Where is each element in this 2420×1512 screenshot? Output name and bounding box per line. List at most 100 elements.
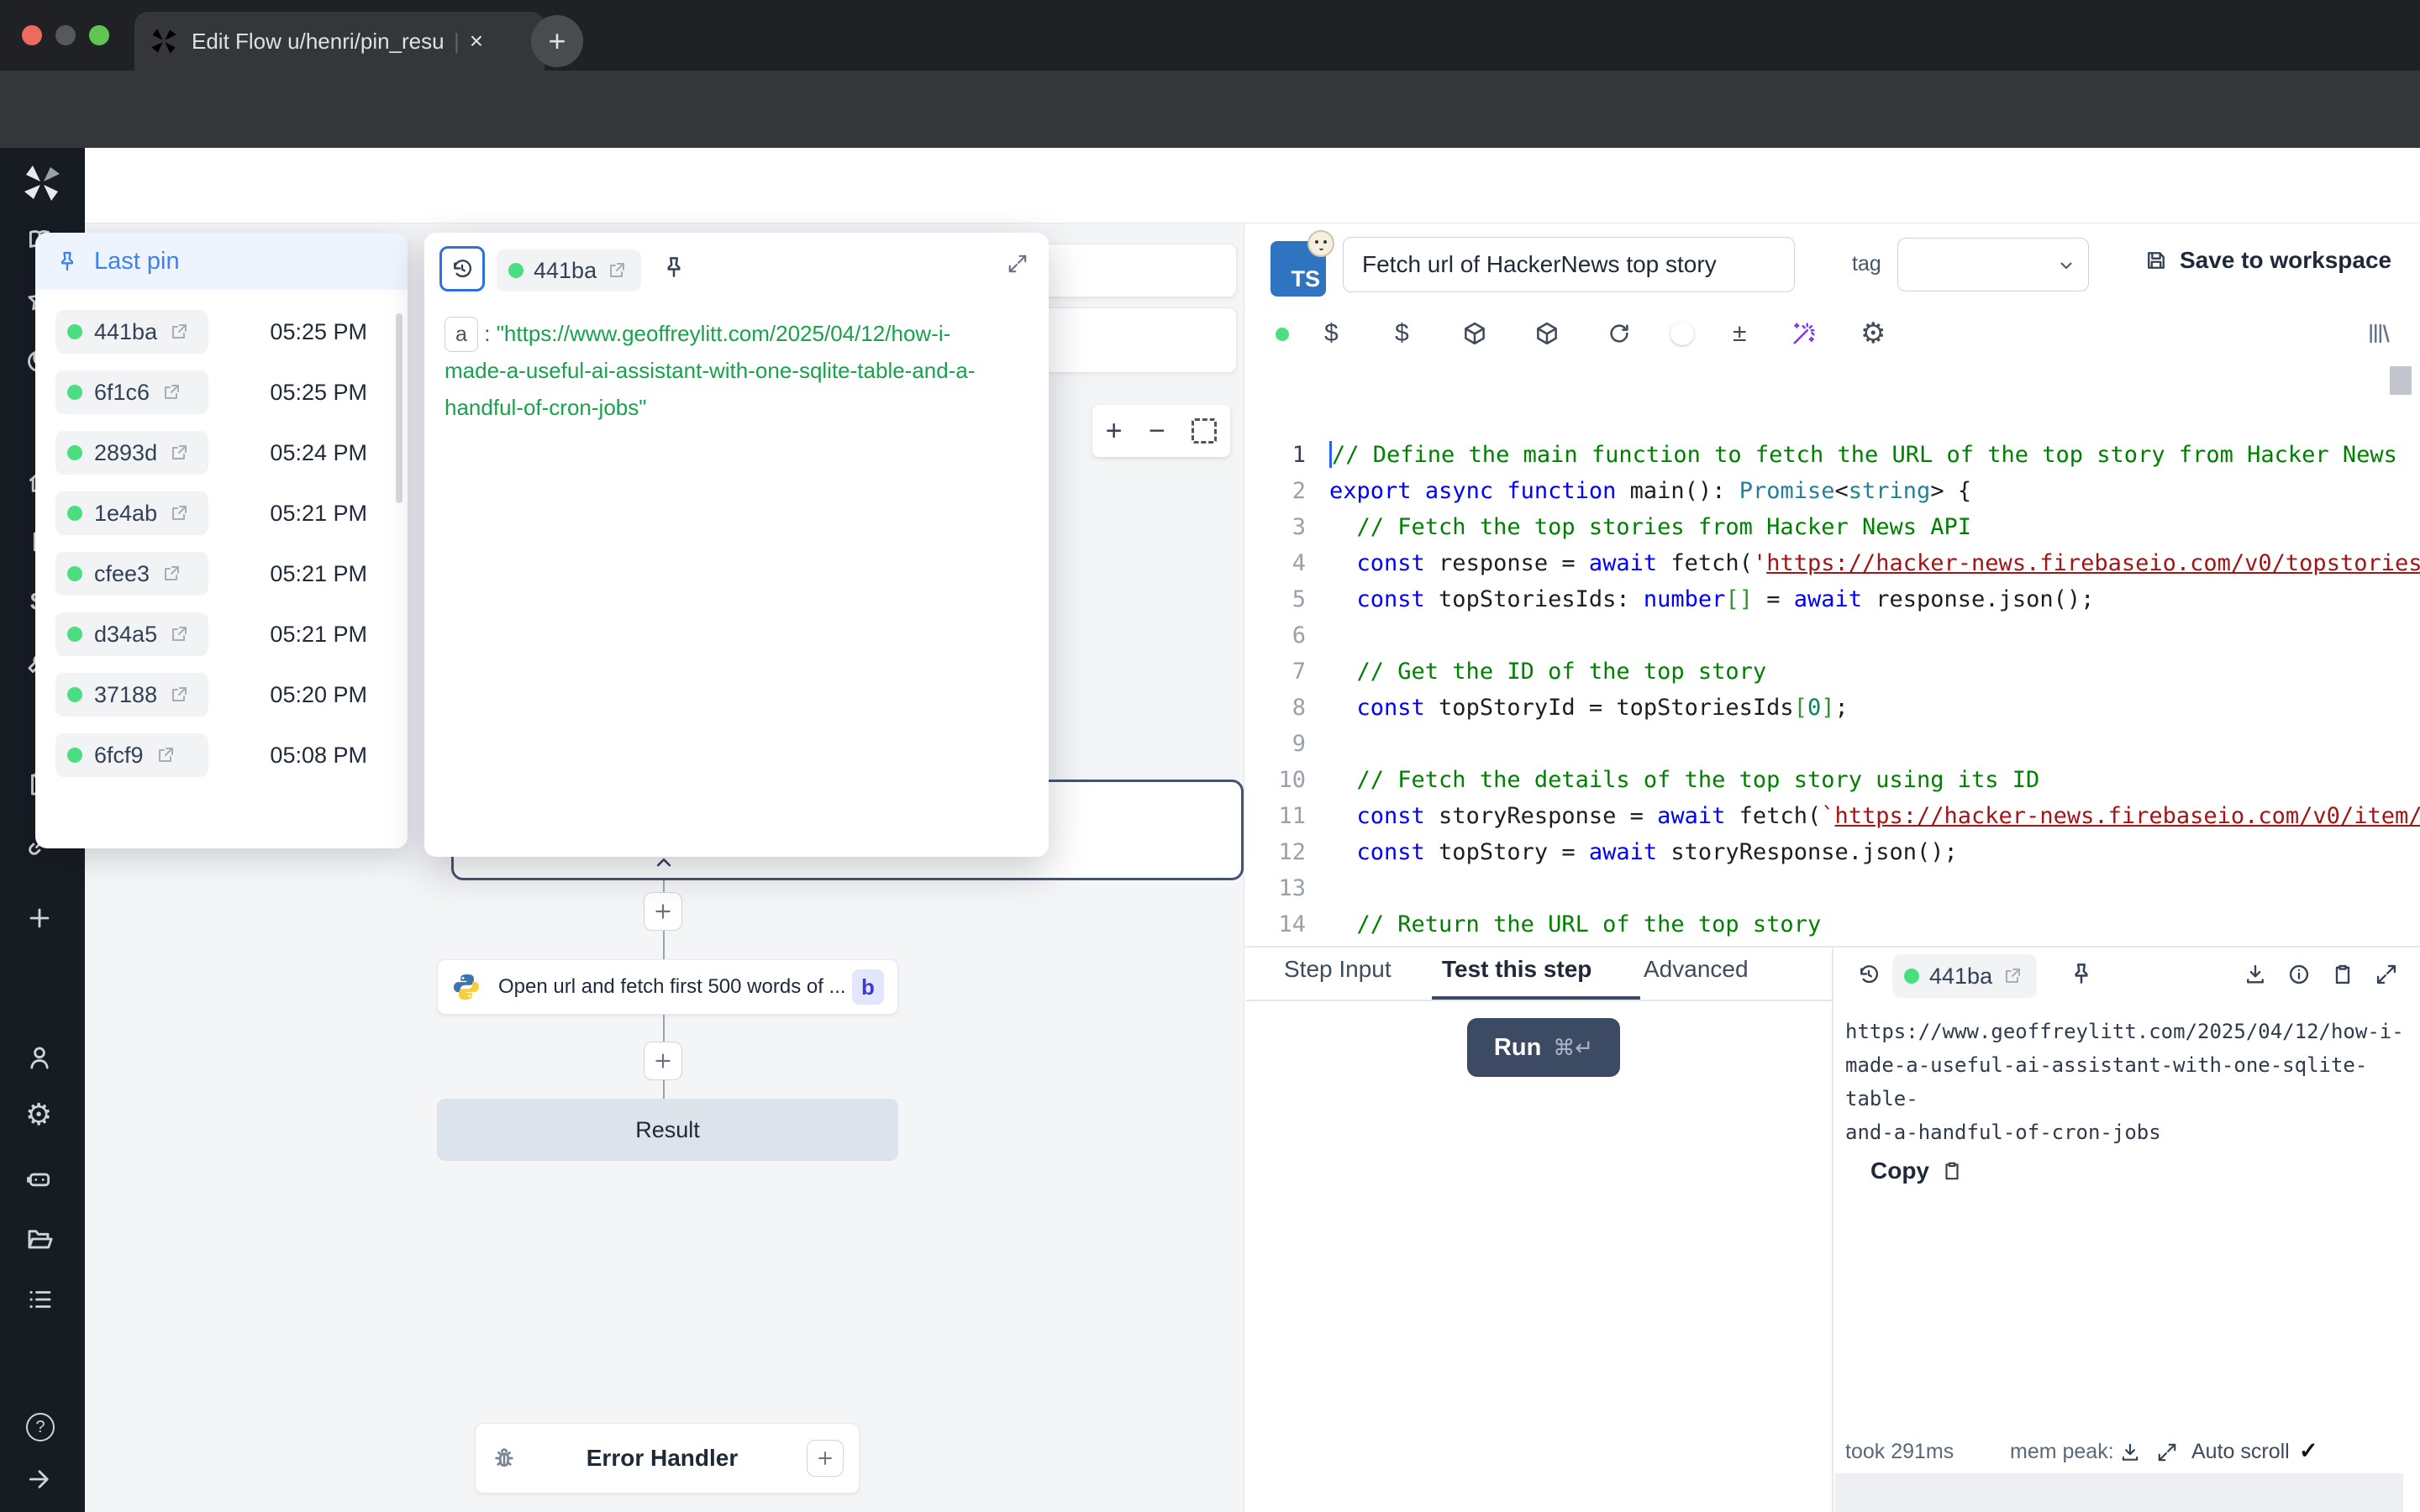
code-line[interactable]: 13 (1245, 870, 2420, 906)
history-icon[interactable] (1857, 963, 1881, 986)
resources-icon[interactable]: $ (1395, 319, 1409, 348)
code-line[interactable]: 6 (1245, 617, 2420, 654)
pin-list-item[interactable]: 2893d 05:24 PM (35, 423, 408, 483)
run-button[interactable]: Run ⌘↵ (1467, 1018, 1620, 1077)
pin-id-pill[interactable]: 37188 (55, 673, 208, 717)
variables-icon[interactable]: $ (1324, 319, 1339, 348)
external-link-icon[interactable] (169, 624, 189, 644)
sidebar-folders-icon[interactable] (25, 1225, 54, 1253)
windmill-logo[interactable] (22, 163, 62, 203)
tag-select[interactable] (1897, 238, 2089, 291)
history-button[interactable] (439, 246, 485, 291)
code-line[interactable]: 3 // Fetch the top stories from Hacker N… (1245, 509, 2420, 545)
code-line[interactable]: 14 // Return the URL of the top story (1245, 906, 2420, 942)
pin-list-item[interactable]: d34a5 05:21 PM (35, 604, 408, 664)
external-link-icon[interactable] (161, 382, 182, 402)
editor-scrollbar[interactable] (2390, 366, 2412, 395)
info-icon[interactable] (2287, 963, 2311, 986)
zoom-in-button[interactable]: + (1106, 415, 1123, 448)
code-line[interactable]: 5 const topStoriesIds: number[] = await … (1245, 581, 2420, 617)
copy-button[interactable]: Copy (1870, 1158, 1963, 1184)
ai-wand-icon[interactable] (1791, 321, 1817, 346)
pin-id-pill[interactable]: 441ba (497, 249, 641, 291)
pin-list-item[interactable]: 6fcf9 05:08 PM (35, 725, 408, 785)
sidebar-workers-icon[interactable] (25, 1164, 54, 1193)
tab-test-this-step[interactable]: Test this step (1442, 956, 1591, 983)
tab-step-input[interactable]: Step Input (1284, 956, 1392, 983)
editor-settings-gear-icon[interactable]: ⚙ (1860, 317, 1886, 350)
download-logs-icon[interactable] (2119, 1441, 2141, 1463)
code-line[interactable]: 8 const topStoryId = topStoriesIds[0]; (1245, 690, 2420, 726)
code-line[interactable]: 7 // Get the ID of the top story (1245, 654, 2420, 690)
sidebar-expand-icon[interactable] (25, 1465, 54, 1494)
pin-list-item[interactable]: 441ba 05:25 PM (35, 302, 408, 362)
code-line[interactable]: 4 const response = await fetch('https://… (1245, 545, 2420, 581)
fit-view-icon[interactable] (1192, 418, 1217, 444)
pin-id-pill[interactable]: 1e4ab (55, 491, 208, 535)
code-line[interactable]: 10 // Fetch the details of the top story… (1245, 762, 2420, 798)
panel-scrollbar[interactable] (396, 313, 402, 503)
result-node[interactable]: Result (437, 1099, 898, 1161)
autoscroll-label[interactable]: Auto scroll (2191, 1440, 2290, 1464)
external-link-icon[interactable] (169, 503, 189, 523)
traffic-light-zoom[interactable] (89, 25, 109, 45)
pin-list-item[interactable]: 37188 05:20 PM (35, 664, 408, 725)
code-line[interactable]: 2export async function main(): Promise<s… (1245, 473, 2420, 509)
traffic-light-minimize[interactable] (55, 25, 76, 45)
code-line[interactable]: 9 (1245, 726, 2420, 762)
pin-icon[interactable] (2069, 961, 2094, 986)
pin-icon[interactable] (661, 255, 687, 280)
code-line[interactable]: 1// Define the main function to fetch th… (1245, 437, 2420, 473)
external-link-icon[interactable] (2002, 966, 2023, 986)
tab-advanced[interactable]: Advanced (1644, 956, 1749, 983)
reload-script-icon[interactable] (1607, 321, 1632, 346)
new-tab-button[interactable]: + (531, 15, 583, 67)
insert-step-button[interactable] (644, 892, 682, 931)
browser-tab[interactable]: .tab .b1{fill:#6b8fe8}.tab .b2{fill:#2f5… (134, 12, 544, 71)
log-output[interactable]: job=019634e7-9d30-b7cb-1e89-03a64ed441ba… (1835, 1473, 2403, 1512)
sidebar-account-icon[interactable] (25, 1043, 54, 1072)
diff-mode-icon[interactable]: ± (1733, 319, 1746, 348)
code-editor[interactable]: 1// Define the main function to fetch th… (1245, 365, 2420, 946)
library-icon[interactable] (2366, 321, 2391, 346)
python-step-node[interactable]: Open url and fetch first 500 words of ..… (437, 959, 898, 1015)
sidebar-help-icon[interactable]: ? (26, 1413, 55, 1441)
pin-id-pill[interactable]: 441ba (55, 310, 208, 354)
package-icon[interactable] (1462, 321, 1487, 346)
pin-list-item[interactable]: 1e4ab 05:21 PM (35, 483, 408, 543)
save-to-workspace-button[interactable]: Save to workspace (2144, 247, 2391, 274)
traffic-light-close[interactable] (22, 25, 42, 45)
external-link-icon[interactable] (155, 745, 176, 765)
pin-id-pill[interactable]: 2893d (55, 431, 208, 475)
external-link-icon[interactable] (161, 564, 182, 584)
pin-list-item[interactable]: cfee3 05:21 PM (35, 543, 408, 604)
error-handler-node[interactable]: Error Handler (475, 1423, 860, 1494)
external-link-icon[interactable] (169, 322, 189, 342)
sidebar-settings-icon[interactable]: ⚙ (25, 1097, 52, 1132)
external-link-icon[interactable] (607, 260, 627, 281)
tab-close-icon[interactable]: × (470, 28, 483, 55)
pin-id-pill[interactable]: 6f1c6 (55, 370, 208, 414)
step-summary-input[interactable] (1343, 237, 1795, 292)
sidebar-add-icon[interactable] (25, 904, 54, 932)
code-line[interactable]: 11 const storyResponse = await fetch(`ht… (1245, 798, 2420, 834)
clipboard-icon[interactable] (2331, 963, 2354, 986)
insert-step-button[interactable] (644, 1042, 682, 1080)
external-link-icon[interactable] (169, 443, 189, 463)
pin-id-pill[interactable]: 6fcf9 (55, 733, 208, 777)
pin-id-pill[interactable]: cfee3 (55, 552, 208, 596)
add-error-handler-button[interactable] (807, 1440, 844, 1477)
pin-id-pill[interactable]: d34a5 (55, 612, 208, 656)
expand-icon[interactable] (1007, 253, 1028, 275)
pin-id-pill[interactable]: 441ba (1892, 954, 2037, 998)
fullscreen-icon[interactable] (2375, 963, 2398, 986)
code-line[interactable]: 12 const topStory = await storyResponse.… (1245, 834, 2420, 870)
mem-peak-text: mem peak: 2 (2010, 1440, 2118, 1464)
download-icon[interactable] (2244, 963, 2267, 986)
zoom-out-button[interactable]: − (1149, 415, 1165, 448)
package-icon[interactable] (1534, 321, 1560, 346)
external-link-icon[interactable] (169, 685, 189, 705)
pin-list-item[interactable]: 6f1c6 05:25 PM (35, 362, 408, 423)
sidebar-logs-icon[interactable] (25, 1285, 54, 1314)
expand-logs-icon[interactable] (2156, 1441, 2178, 1463)
